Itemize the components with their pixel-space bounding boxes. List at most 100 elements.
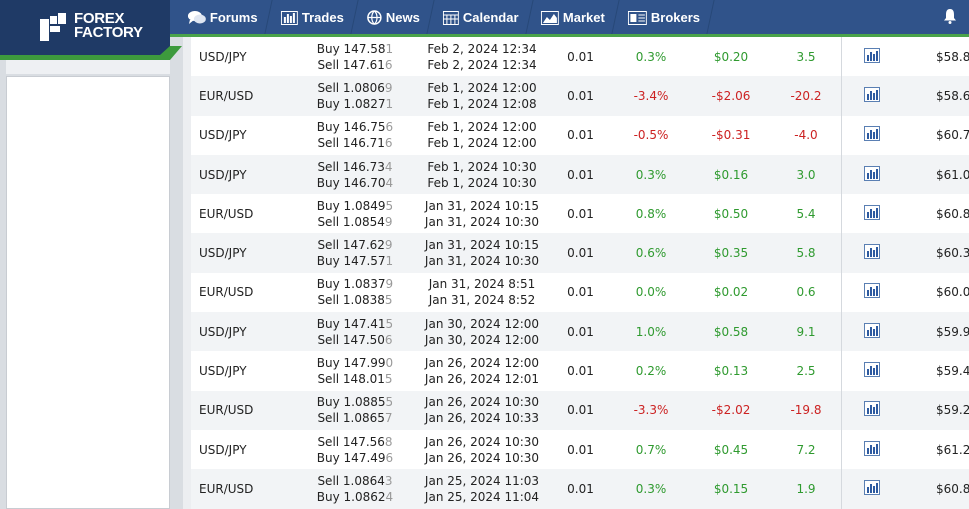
pips-cell: 9.1	[771, 312, 842, 352]
balance-cell: $60.35	[902, 233, 969, 273]
trade-dates-cell: Feb 1, 2024 12:00 Feb 1, 2024 12:00	[414, 116, 550, 155]
table-row[interactable]: EUR/USD Buy 1.08379 Sell 1.08385 Jan 31, 20…	[191, 272, 969, 313]
calendar-icon	[442, 10, 459, 24]
chart-cell	[841, 390, 902, 430]
balance-cell: $59.98	[902, 312, 969, 352]
trade-prices-cell: Buy 146.756 Sell 146.716	[296, 116, 414, 155]
chart-cell	[841, 272, 902, 313]
open-price-pip: 4	[384, 159, 393, 174]
trade-dates-cell: Feb 1, 2024 10:30 Feb 1, 2024 10:30	[414, 154, 550, 195]
trade-chart-icon[interactable]	[864, 244, 880, 262]
open-date: Jan 31, 2024 10:15	[424, 238, 540, 253]
open-price: Sell 147.56	[317, 434, 385, 449]
chart-cell	[841, 233, 902, 273]
trade-chart-icon[interactable]	[864, 86, 880, 105]
trade-chart-icon[interactable]	[864, 401, 880, 419]
return-percent-cell: 0.3%	[611, 154, 691, 195]
balance-cell: $61.29	[936, 442, 969, 457]
nav-market-label: Market	[563, 9, 606, 25]
nav-trades-label: Trades	[301, 9, 344, 25]
open-price-pip: 3	[384, 473, 393, 488]
open-price: Buy 147.99	[316, 356, 386, 371]
balance-cell: $60.70	[936, 128, 969, 143]
pair-cell: EUR/USD	[191, 76, 296, 116]
trade-chart-icon[interactable]	[864, 165, 880, 184]
open-price: Buy 1.0885	[316, 395, 386, 410]
pair-cell: USD/JPY	[191, 233, 296, 273]
close-price: Sell 146.71	[317, 136, 385, 151]
chart-cell	[841, 429, 902, 470]
table-row[interactable]: USD/JPY Sell 146.734 Buy 146.704 Feb 1, 202…	[191, 154, 969, 195]
header-accent-bar	[170, 34, 969, 37]
table-row[interactable]: EUR/USD Sell 1.08069 Buy 1.08271 Feb 1, 202…	[191, 76, 969, 116]
notifications-bell-icon[interactable]	[943, 8, 957, 24]
close-price-pip: 6	[384, 136, 393, 151]
lots-cell: 0.01	[550, 390, 611, 430]
trade-chart-icon[interactable]	[864, 479, 880, 498]
nav-forums[interactable]: Forums	[172, 0, 273, 34]
chart-cell	[841, 351, 902, 391]
pair-cell: USD/JPY	[199, 442, 247, 457]
close-price-pip: 1	[385, 96, 394, 111]
profit-usd-cell: $0.15	[691, 469, 771, 509]
table-row[interactable]: USD/JPY Sell 147.568 Buy 147.496 Jan 26, 20…	[191, 429, 969, 470]
open-date: Jan 30, 2024 12:00	[424, 316, 540, 331]
nav-calendar-label: Calendar	[462, 9, 519, 25]
trade-chart-icon[interactable]	[864, 204, 880, 223]
table-row[interactable]: USD/JPY Buy 147.990 Sell 148.015 Jan 26, 20…	[191, 351, 969, 391]
chart-cell	[841, 194, 902, 234]
pips-cell: 0.6	[796, 285, 816, 300]
open-price-pip: 6	[385, 120, 394, 135]
trade-chart-icon[interactable]	[864, 126, 880, 144]
trade-prices-cell: Sell 147.629 Buy 147.571	[296, 233, 414, 273]
trades-icon	[280, 10, 298, 24]
trade-chart-icon[interactable]	[864, 362, 880, 380]
nav-trades[interactable]: Trades	[265, 0, 359, 34]
table-row[interactable]: EUR/USD Sell 1.08643 Buy 1.08624 Jan 25, 20…	[191, 469, 969, 509]
trade-chart-icon[interactable]	[864, 440, 880, 459]
table-row[interactable]: USD/JPY Buy 147.415 Sell 147.506 Jan 30, 20…	[191, 312, 969, 352]
table-row[interactable]: EUR/USD Buy 1.08855 Sell 1.08657 Jan 26, 20…	[191, 390, 969, 430]
nav-news[interactable]: News	[350, 0, 435, 34]
trade-prices-cell: Buy 147.415 Sell 147.506	[296, 312, 414, 352]
trade-chart-icon[interactable]	[864, 322, 880, 341]
trade-dates-cell: Jan 26, 2024 10:30 Jan 26, 2024 10:30	[414, 430, 550, 469]
nav-brokers[interactable]: Brokers	[612, 0, 715, 34]
table-row[interactable]: USD/JPY Buy 147.581 Sell 147.616 Feb 2, 202…	[191, 37, 969, 77]
table-row[interactable]: USD/JPY Buy 146.756 Sell 146.716 Feb 1, 202…	[191, 115, 969, 155]
content-divider	[183, 37, 191, 509]
open-price-pip: 0	[385, 356, 394, 371]
nav-calendar[interactable]: Calendar	[426, 0, 533, 34]
trade-dates-cell: Jan 31, 2024 10:15 Jan 31, 2024 10:30	[414, 194, 550, 233]
close-price-pip: 7	[384, 411, 393, 426]
open-price-pip: 1	[385, 41, 394, 56]
trade-chart-icon[interactable]	[864, 47, 880, 66]
close-price: Sell 1.0838	[317, 293, 385, 308]
balance-cell: $58.84	[936, 49, 969, 64]
trade-dates-cell: Feb 1, 2024 12:00 Feb 1, 2024 12:08	[414, 76, 550, 116]
open-price: Sell 1.0864	[317, 473, 385, 488]
lots-cell: 0.01	[567, 442, 594, 457]
profit-usd-cell: $0.50	[713, 206, 749, 221]
open-price-pip: 8	[384, 434, 393, 449]
close-date: Jan 31, 2024 10:30	[424, 254, 540, 269]
open-price-pip: 5	[385, 316, 394, 331]
open-date: Jan 31, 2024 8:51	[428, 277, 536, 292]
profit-usd-cell: -$0.31	[711, 128, 751, 143]
close-date: Feb 1, 2024 12:08	[427, 96, 537, 111]
table-row[interactable]: USD/JPY Sell 147.629 Buy 147.571 Jan 31, 20…	[191, 233, 969, 273]
brand-name[interactable]: FOREX FACTORY	[74, 11, 143, 40]
close-date: Jan 31, 2024 8:52	[428, 293, 536, 308]
nav-market[interactable]: Market	[525, 0, 620, 34]
pair-cell: EUR/USD	[191, 390, 296, 430]
lots-cell: 0.01	[567, 364, 594, 379]
chart-cell	[841, 469, 902, 509]
forex-factory-logo-icon[interactable]	[40, 13, 66, 41]
chart-cell	[841, 154, 902, 195]
close-price: Buy 147.57	[316, 254, 386, 269]
news-icon	[366, 9, 382, 25]
trade-chart-icon[interactable]	[864, 283, 880, 301]
balance-cell: $58.64	[902, 76, 969, 116]
table-row[interactable]: EUR/USD Buy 1.08495 Sell 1.08549 Jan 31, 20…	[191, 194, 969, 234]
pips-cell: 5.4	[796, 206, 816, 221]
